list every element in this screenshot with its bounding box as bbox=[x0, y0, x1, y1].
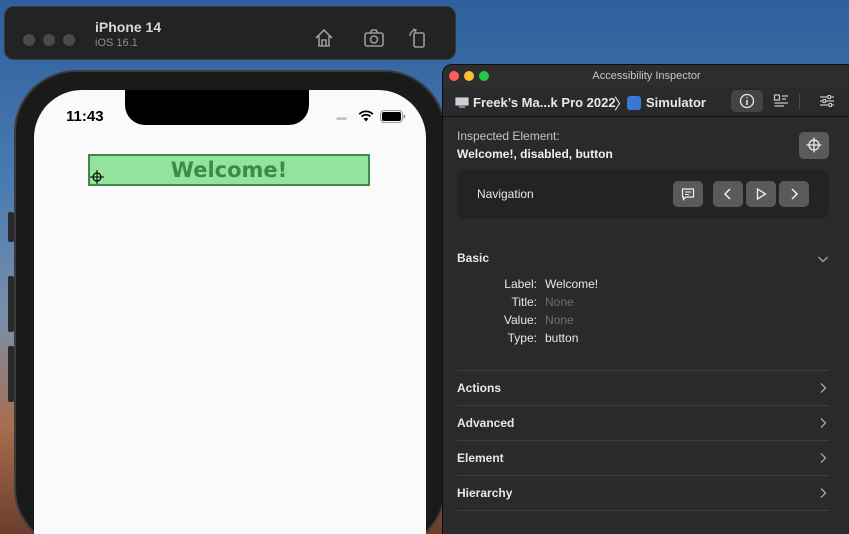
wifi-icon bbox=[358, 110, 374, 122]
section-divider bbox=[457, 510, 829, 511]
title-key: Title: bbox=[511, 295, 537, 309]
target-chooser[interactable]: Freek’s Ma...k Pro 2022 bbox=[473, 95, 616, 110]
actions-section-title: Actions bbox=[457, 381, 502, 395]
rotate-icon[interactable] bbox=[407, 27, 429, 49]
inspection-tab[interactable] bbox=[731, 90, 763, 112]
label-value: Welcome! bbox=[545, 277, 599, 291]
chevron-right-icon bbox=[820, 488, 827, 498]
dynamic-notch bbox=[125, 90, 309, 125]
element-section-header[interactable]: Element bbox=[457, 451, 829, 467]
chevron-right-icon bbox=[791, 188, 799, 200]
crosshair-icon bbox=[806, 137, 822, 153]
inspection-pointer-button[interactable] bbox=[799, 132, 829, 159]
chevron-right-icon bbox=[820, 383, 827, 393]
basic-section-header[interactable]: Basic bbox=[457, 251, 829, 267]
device-name: iPhone 14 bbox=[95, 19, 162, 35]
simulator-app-icon bbox=[627, 96, 641, 110]
play-icon bbox=[756, 187, 767, 201]
chevron-left-icon bbox=[723, 188, 731, 200]
title-bar: Accessibility Inspector bbox=[443, 65, 849, 87]
hierarchy-section-title: Hierarchy bbox=[457, 486, 513, 500]
label-key: Label: bbox=[504, 277, 537, 291]
screenshot-icon[interactable] bbox=[363, 27, 385, 49]
chevron-down-icon bbox=[818, 256, 828, 263]
simulator-toolbar: iPhone 14 iOS 16.1 bbox=[4, 6, 456, 60]
speech-bubble-icon bbox=[681, 188, 695, 201]
speak-button[interactable] bbox=[673, 181, 703, 207]
activate-element-button[interactable] bbox=[746, 181, 776, 207]
navigation-panel: Navigation bbox=[457, 169, 829, 219]
battery-icon bbox=[380, 110, 406, 123]
volume-down-button bbox=[8, 346, 14, 402]
window-zoom-dot[interactable] bbox=[63, 34, 75, 46]
advanced-section-header[interactable]: Advanced bbox=[457, 416, 829, 432]
advanced-section-title: Advanced bbox=[457, 416, 515, 430]
basic-section-title: Basic bbox=[457, 251, 490, 265]
previous-element-button[interactable] bbox=[713, 181, 743, 207]
section-divider bbox=[457, 370, 829, 371]
sliders-icon bbox=[820, 95, 834, 107]
audit-list-icon bbox=[773, 94, 788, 107]
section-divider bbox=[457, 440, 829, 441]
accessibility-inspector-window: Accessibility Inspector Freek’s Ma...k P… bbox=[442, 64, 849, 534]
hierarchy-section-header[interactable]: Hierarchy bbox=[457, 486, 829, 502]
inspected-element-value: Welcome!, disabled, button bbox=[457, 147, 613, 161]
status-time: 11:43 bbox=[66, 108, 104, 125]
settings-tab[interactable] bbox=[811, 90, 843, 112]
inspected-element-caption: Inspected Element: bbox=[457, 129, 560, 143]
type-value: button bbox=[545, 331, 579, 345]
window-minimize-dot[interactable] bbox=[43, 34, 55, 46]
info-icon bbox=[739, 93, 755, 109]
title-value: None bbox=[545, 295, 574, 309]
section-divider bbox=[457, 405, 829, 406]
window-close-dot[interactable] bbox=[23, 34, 35, 46]
os-version: iOS 16.1 bbox=[95, 37, 138, 49]
section-divider bbox=[457, 475, 829, 476]
navigation-label: Navigation bbox=[477, 187, 534, 201]
crosshair-cursor-icon bbox=[90, 170, 104, 184]
target-app-label[interactable]: Simulator bbox=[646, 95, 706, 110]
value-value: None bbox=[545, 313, 574, 327]
monitor-icon bbox=[455, 97, 469, 108]
phone-screen: 11:43 •••• Welcome! bbox=[34, 90, 426, 534]
chevron-right-icon bbox=[820, 418, 827, 428]
chevron-right-icon bbox=[820, 453, 827, 463]
home-icon[interactable] bbox=[313, 27, 335, 49]
type-key: Type: bbox=[507, 331, 537, 345]
element-section-title: Element bbox=[457, 451, 504, 465]
next-element-button[interactable] bbox=[779, 181, 809, 207]
audit-tab[interactable] bbox=[765, 90, 797, 112]
mute-switch bbox=[8, 212, 14, 242]
window-title: Accessibility Inspector bbox=[592, 70, 701, 82]
actions-section-header[interactable]: Actions bbox=[457, 381, 829, 397]
volume-up-button bbox=[8, 276, 14, 332]
signal-dots: •••• bbox=[336, 114, 347, 125]
welcome-button[interactable]: Welcome! bbox=[88, 154, 370, 186]
inspector-toolbar: Freek’s Ma...k Pro 2022 〉 Simulator bbox=[443, 87, 849, 117]
value-key: Value: bbox=[503, 313, 537, 327]
toolbar-divider bbox=[799, 94, 800, 110]
